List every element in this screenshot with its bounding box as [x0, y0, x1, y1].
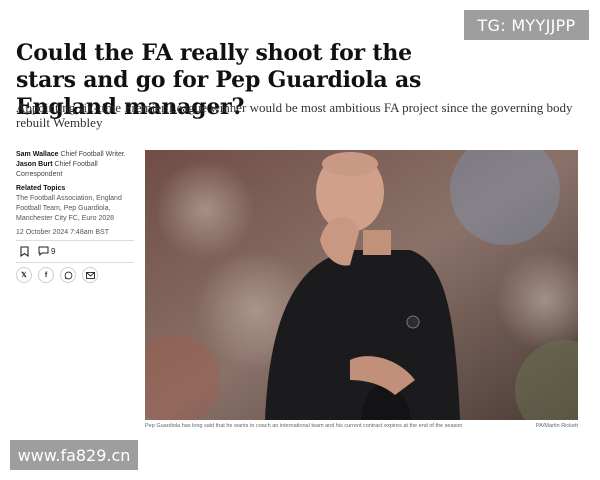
- article-photo: [145, 150, 578, 420]
- author-name[interactable]: Jason Burt: [16, 161, 53, 168]
- x-icon[interactable]: 𝕏: [16, 267, 32, 283]
- photo-credit: PA/Martin Rickett: [535, 423, 578, 429]
- watermark-top: TG: MYYJJPP: [464, 10, 589, 40]
- comment-icon: [38, 246, 49, 256]
- article-tools: 9: [16, 243, 55, 259]
- watermark-bottom: www.fa829.cn: [10, 440, 138, 470]
- author-name[interactable]: Sam Wallace: [16, 151, 59, 158]
- caption-text: Pep Guardiola has long said that he want…: [145, 423, 463, 429]
- facebook-icon[interactable]: f: [38, 267, 54, 283]
- comments-count: 9: [51, 246, 56, 256]
- author-role: Chief Football Writer.: [60, 151, 126, 158]
- bookmark-icon[interactable]: [16, 243, 32, 259]
- byline: Sam Wallace Chief Football Writer. Jason…: [16, 150, 138, 180]
- related-topics-links[interactable]: The Football Association, England Footba…: [16, 194, 136, 224]
- comments-button[interactable]: 9: [38, 246, 55, 256]
- author-2: Jason Burt Chief Football Correspondent: [16, 160, 138, 180]
- share-bar: 𝕏 f: [16, 267, 98, 283]
- related-topics-heading: Related Topics: [16, 185, 66, 192]
- email-icon[interactable]: [82, 267, 98, 283]
- whatsapp-icon[interactable]: [60, 267, 76, 283]
- standfirst: Appointing six-time Premier League winne…: [16, 100, 573, 130]
- publish-date: 12 October 2024 7:48am BST: [16, 229, 109, 236]
- author-1: Sam Wallace Chief Football Writer.: [16, 150, 138, 160]
- divider: [16, 262, 134, 263]
- divider: [16, 240, 134, 241]
- photo-caption: Pep Guardiola has long said that he want…: [145, 423, 578, 429]
